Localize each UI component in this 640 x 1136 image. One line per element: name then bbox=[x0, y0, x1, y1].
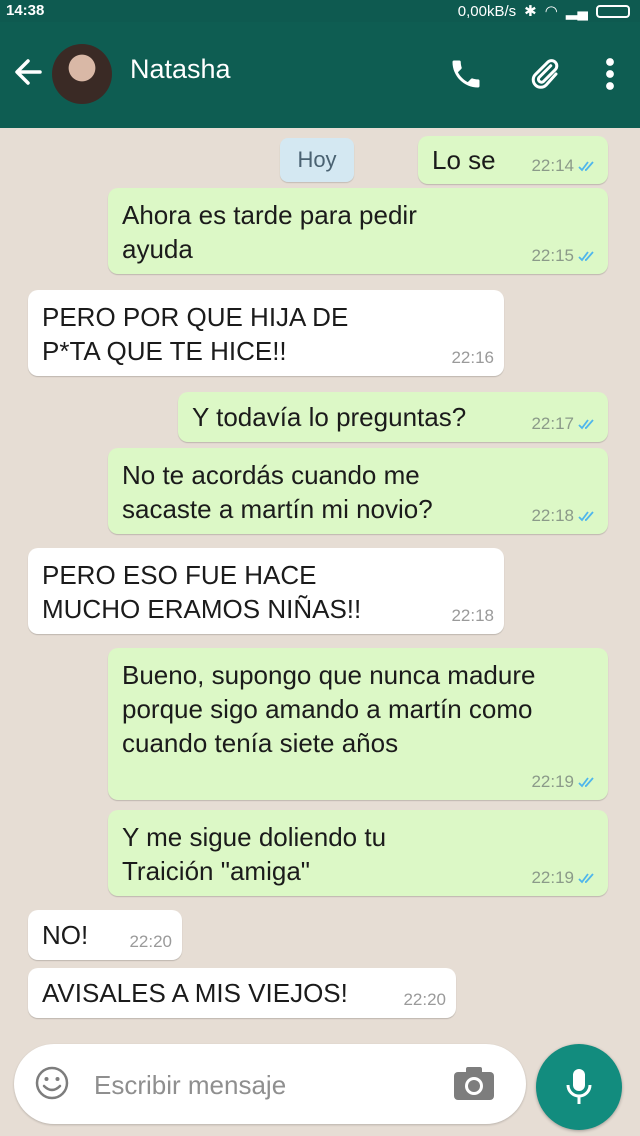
contact-name[interactable]: Natasha bbox=[130, 54, 231, 85]
read-ticks-icon bbox=[578, 873, 594, 884]
message-text: PERO POR QUE HIJA DE P*TA QUE TE HICE!! bbox=[42, 302, 349, 366]
message-text: AVISALES A MIS VIEJOS! bbox=[42, 978, 348, 1008]
read-ticks-icon bbox=[578, 251, 594, 262]
message-meta: 22:18 bbox=[451, 606, 494, 626]
read-ticks-icon bbox=[578, 511, 594, 522]
header-actions bbox=[448, 56, 616, 92]
paperclip-icon[interactable] bbox=[526, 56, 562, 92]
mic-icon bbox=[566, 1069, 592, 1104]
message-time: 22:19 bbox=[531, 868, 574, 887]
message-time: 22:18 bbox=[451, 606, 494, 625]
message-text: Bueno, supongo que nunca madure porque s… bbox=[122, 660, 536, 758]
phone-icon[interactable] bbox=[448, 56, 484, 92]
status-icons: 0,00kB/s ✱ ◠ ▂▄ bbox=[458, 2, 630, 20]
back-arrow-icon[interactable] bbox=[10, 52, 46, 92]
read-ticks-icon bbox=[578, 161, 594, 172]
message-bubble-incoming[interactable]: AVISALES A MIS VIEJOS! 22:20 bbox=[28, 968, 456, 1018]
message-meta: 22:18 bbox=[531, 506, 598, 526]
message-bubble-incoming[interactable]: NO! 22:20 bbox=[28, 910, 182, 960]
more-vert-icon[interactable] bbox=[604, 56, 616, 92]
message-bubble-outgoing[interactable]: Bueno, supongo que nunca madure porque s… bbox=[108, 648, 608, 800]
date-chip: Hoy bbox=[280, 138, 354, 182]
message-time: 22:20 bbox=[129, 932, 172, 951]
message-meta: 22:20 bbox=[129, 932, 172, 952]
message-meta: 22:20 bbox=[403, 990, 446, 1010]
message-list[interactable]: Hoy Lo se 22:14 Ahora es tarde para pedi… bbox=[0, 128, 640, 1136]
message-bubble-outgoing[interactable]: Ahora es tarde para pedir ayuda 22:15 bbox=[108, 188, 608, 274]
message-time: 22:16 bbox=[451, 348, 494, 367]
message-bubble-outgoing[interactable]: Y todavía lo preguntas? 22:17 bbox=[178, 392, 608, 442]
message-bubble-outgoing[interactable]: Lo se 22:14 bbox=[418, 136, 608, 184]
message-bubble-outgoing[interactable]: Y me sigue doliendo tu Traición "amiga" … bbox=[108, 810, 608, 896]
signal-icon: ▂▄ bbox=[565, 3, 588, 20]
message-bubble-outgoing[interactable]: No te acordás cuando me sacaste a martín… bbox=[108, 448, 608, 534]
message-time: 22:14 bbox=[531, 156, 574, 175]
message-meta: 22:19 bbox=[531, 772, 598, 792]
message-text: Ahora es tarde para pedir ayuda bbox=[122, 200, 417, 264]
emoji-icon[interactable] bbox=[34, 1065, 70, 1101]
message-input[interactable] bbox=[92, 1062, 436, 1108]
camera-icon[interactable] bbox=[452, 1064, 496, 1102]
mic-button[interactable] bbox=[536, 1044, 622, 1130]
battery-icon bbox=[596, 4, 630, 18]
message-bubble-incoming[interactable]: PERO ESO FUE HACE MUCHO ERAMOS NIÑAS!! 2… bbox=[28, 548, 504, 634]
message-text: No te acordás cuando me sacaste a martín… bbox=[122, 460, 433, 524]
status-bar: 14:38 0,00kB/s ✱ ◠ ▂▄ bbox=[0, 0, 640, 22]
message-bubble-incoming[interactable]: PERO POR QUE HIJA DE P*TA QUE TE HICE!! … bbox=[28, 290, 504, 376]
read-ticks-icon bbox=[578, 777, 594, 788]
message-time: 22:20 bbox=[403, 990, 446, 1009]
read-ticks-icon bbox=[578, 419, 594, 430]
message-meta: 22:14 bbox=[531, 156, 598, 176]
message-time: 22:17 bbox=[531, 414, 574, 433]
message-meta: 22:17 bbox=[531, 414, 598, 434]
message-time: 22:19 bbox=[531, 772, 574, 791]
message-text: PERO ESO FUE HACE MUCHO ERAMOS NIÑAS!! bbox=[42, 560, 362, 624]
contact-avatar[interactable] bbox=[52, 44, 112, 104]
message-meta: 22:19 bbox=[531, 868, 598, 888]
message-meta: 22:15 bbox=[531, 246, 598, 266]
message-time: 22:18 bbox=[531, 506, 574, 525]
message-composer bbox=[14, 1044, 526, 1124]
message-meta: 22:16 bbox=[451, 348, 494, 368]
chat-header: Natasha bbox=[0, 22, 640, 128]
message-text: Y me sigue doliendo tu Traición "amiga" bbox=[122, 822, 387, 886]
message-time: 22:15 bbox=[531, 246, 574, 265]
bluetooth-icon: ✱ bbox=[524, 3, 537, 20]
status-time: 14:38 bbox=[6, 2, 45, 19]
network-speed: 0,00kB/s bbox=[457, 2, 517, 20]
wifi-icon: ◠ bbox=[544, 3, 558, 20]
